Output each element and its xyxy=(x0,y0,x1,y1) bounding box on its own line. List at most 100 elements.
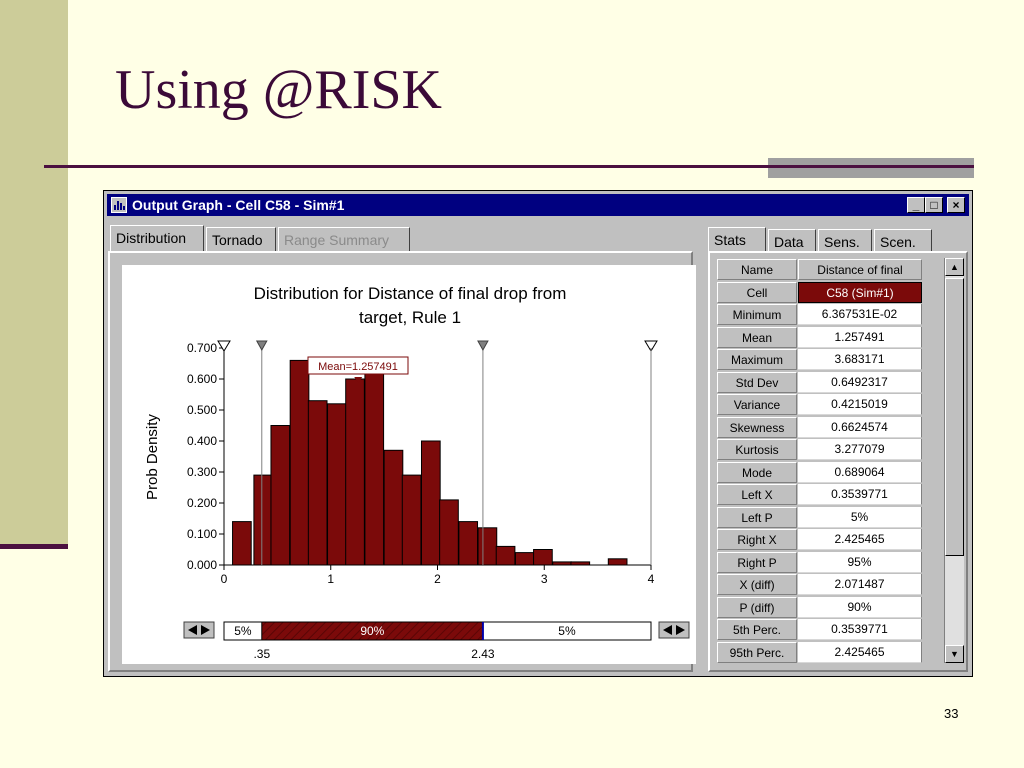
stats-row-label: 95th Perc. xyxy=(717,641,797,663)
stats-row-label: Mean xyxy=(717,326,797,348)
stats-row-label: Maximum xyxy=(717,349,797,370)
stats-row-label: Mode xyxy=(717,461,797,483)
stats-row-value[interactable]: 5% xyxy=(798,506,922,528)
range-left-pct: 5% xyxy=(234,624,252,638)
stats-row-value[interactable]: 2.071487 xyxy=(798,574,922,595)
scroll-up-icon[interactable]: ▲ xyxy=(945,258,964,276)
scroll-thumb[interactable] xyxy=(945,278,964,556)
window-title: Output Graph - Cell C58 - Sim#1 xyxy=(132,197,345,213)
histogram-bar xyxy=(458,521,479,566)
left-decor-bar xyxy=(0,0,68,545)
stats-row-label: Skewness xyxy=(717,416,797,438)
stats-row-value[interactable]: 3.277079 xyxy=(798,439,922,460)
page-number: 33 xyxy=(944,706,959,721)
stats-row-value[interactable]: 0.4215019 xyxy=(798,394,922,415)
histogram-bar xyxy=(364,359,385,566)
stats-row-label: Kurtosis xyxy=(717,439,797,460)
title-rule xyxy=(44,165,974,168)
stats-row-value[interactable]: 0.689064 xyxy=(798,461,922,483)
maximize-button[interactable]: □ xyxy=(925,197,943,213)
left-decor-rule xyxy=(0,544,68,549)
stats-row-label: X (diff) xyxy=(717,574,797,595)
y-tick-label: 0.700 xyxy=(187,341,217,355)
end-marker-icon xyxy=(217,340,231,352)
histogram-bar xyxy=(607,558,628,566)
close-button[interactable]: × xyxy=(947,197,965,213)
y-tick-label: 0.300 xyxy=(187,465,217,479)
x-tick-label: 0 xyxy=(221,572,228,586)
y-axis-label: Prob Density xyxy=(144,414,161,500)
x-tick-label: 3 xyxy=(541,572,548,586)
right-x-label: 2.43 xyxy=(471,647,495,661)
histogram-bar xyxy=(439,499,459,566)
chart-title: Distribution for Distance of final drop … xyxy=(254,284,567,303)
y-tick-label: 0.500 xyxy=(187,403,217,417)
histogram-bar xyxy=(477,527,498,566)
stats-row-label: Variance xyxy=(717,394,797,415)
left-x-label: .35 xyxy=(253,647,270,661)
stats-row-value[interactable]: 0.6624574 xyxy=(798,416,922,438)
mean-label: Mean=1.257491 xyxy=(318,361,398,373)
histogram-bar xyxy=(514,552,535,566)
histogram-bar xyxy=(327,403,347,566)
graph-panel: Distribution for Distance of final drop … xyxy=(108,251,696,672)
stats-scrollbar[interactable]: ▲ ▼ xyxy=(944,258,964,663)
histogram-bar xyxy=(533,549,553,566)
stats-row-label: 5th Perc. xyxy=(717,619,797,640)
output-graph-window: Output Graph - Cell C58 - Sim#1 _ □ × Di… xyxy=(103,190,973,677)
histogram-app-icon xyxy=(111,197,127,213)
graph-area: Distribution for Distance of final drop … xyxy=(122,265,696,664)
stats-row-value[interactable]: 3.683171 xyxy=(798,349,922,370)
x-tick-label: 2 xyxy=(434,572,441,586)
y-tick-label: 0.200 xyxy=(187,496,217,510)
histogram-bar xyxy=(289,359,310,566)
x-tick-label: 4 xyxy=(648,572,655,586)
y-tick-label: 0.400 xyxy=(187,434,217,448)
delimiter-marker-icon xyxy=(255,340,268,352)
y-tick-label: 0.600 xyxy=(187,372,217,386)
tab-range-summary[interactable]: Range Summary xyxy=(278,227,410,253)
tab-tornado[interactable]: Tornado xyxy=(206,227,276,253)
slide-title: Using @RISK xyxy=(115,59,442,121)
window-titlebar[interactable]: Output Graph - Cell C58 - Sim#1 _ □ × xyxy=(107,194,969,216)
histogram-bar xyxy=(270,425,291,566)
histogram-bar xyxy=(383,449,404,566)
stats-row-value[interactable]: C58 (Sim#1) xyxy=(798,281,922,303)
range-middle-pct: 90% xyxy=(360,624,384,638)
stats-row-value[interactable]: 2.425465 xyxy=(798,641,922,663)
stats-row-label: Left P xyxy=(717,506,797,528)
stats-row-value[interactable]: 0.3539771 xyxy=(798,619,922,640)
stats-row-label: Std Dev xyxy=(717,371,797,393)
stats-row-label: Minimum xyxy=(717,304,797,325)
distribution-chart: Distribution for Distance of final drop … xyxy=(144,284,690,661)
stats-row-value[interactable]: 1.257491 xyxy=(798,326,922,348)
y-tick-label: 0.100 xyxy=(187,527,217,541)
stats-row-value[interactable]: 0.6492317 xyxy=(798,371,922,393)
stats-row-label: Right X xyxy=(717,529,797,550)
tab-distribution[interactable]: Distribution xyxy=(110,225,204,253)
stats-panel: Name Distance of final Cell C58 (Sim#1) Mini… xyxy=(708,251,968,672)
delimiter-marker-icon xyxy=(477,340,489,352)
scroll-down-icon[interactable]: ▼ xyxy=(945,645,964,663)
stats-row-value[interactable]: 6.367531E-02 xyxy=(798,304,922,325)
stats-row-label: Left X xyxy=(717,484,797,505)
histogram-bar xyxy=(495,545,516,566)
stats-row-value[interactable]: 2.425465 xyxy=(798,529,922,550)
minimize-button[interactable]: _ xyxy=(907,197,925,213)
stats-row-value[interactable]: 90% xyxy=(798,596,922,618)
stats-header-value: Distance of final xyxy=(798,259,922,280)
stats-row-value[interactable]: 0.3539771 xyxy=(798,484,922,505)
range-right-pct: 5% xyxy=(558,624,576,638)
stats-row-value[interactable]: 95% xyxy=(798,551,922,573)
histogram-bar xyxy=(345,378,365,566)
stats-row-label: Right P xyxy=(717,551,797,573)
x-tick-label: 1 xyxy=(327,572,334,586)
stats-row-label: P (diff) xyxy=(717,596,797,618)
histogram-bar xyxy=(232,521,252,566)
stats-header-name: Name xyxy=(717,259,797,280)
histogram-bar xyxy=(401,474,422,566)
title-rule-accent xyxy=(768,158,974,178)
chart-title: target, Rule 1 xyxy=(359,308,461,327)
y-tick-label: 0.000 xyxy=(187,558,217,572)
histogram-bar xyxy=(420,440,441,566)
